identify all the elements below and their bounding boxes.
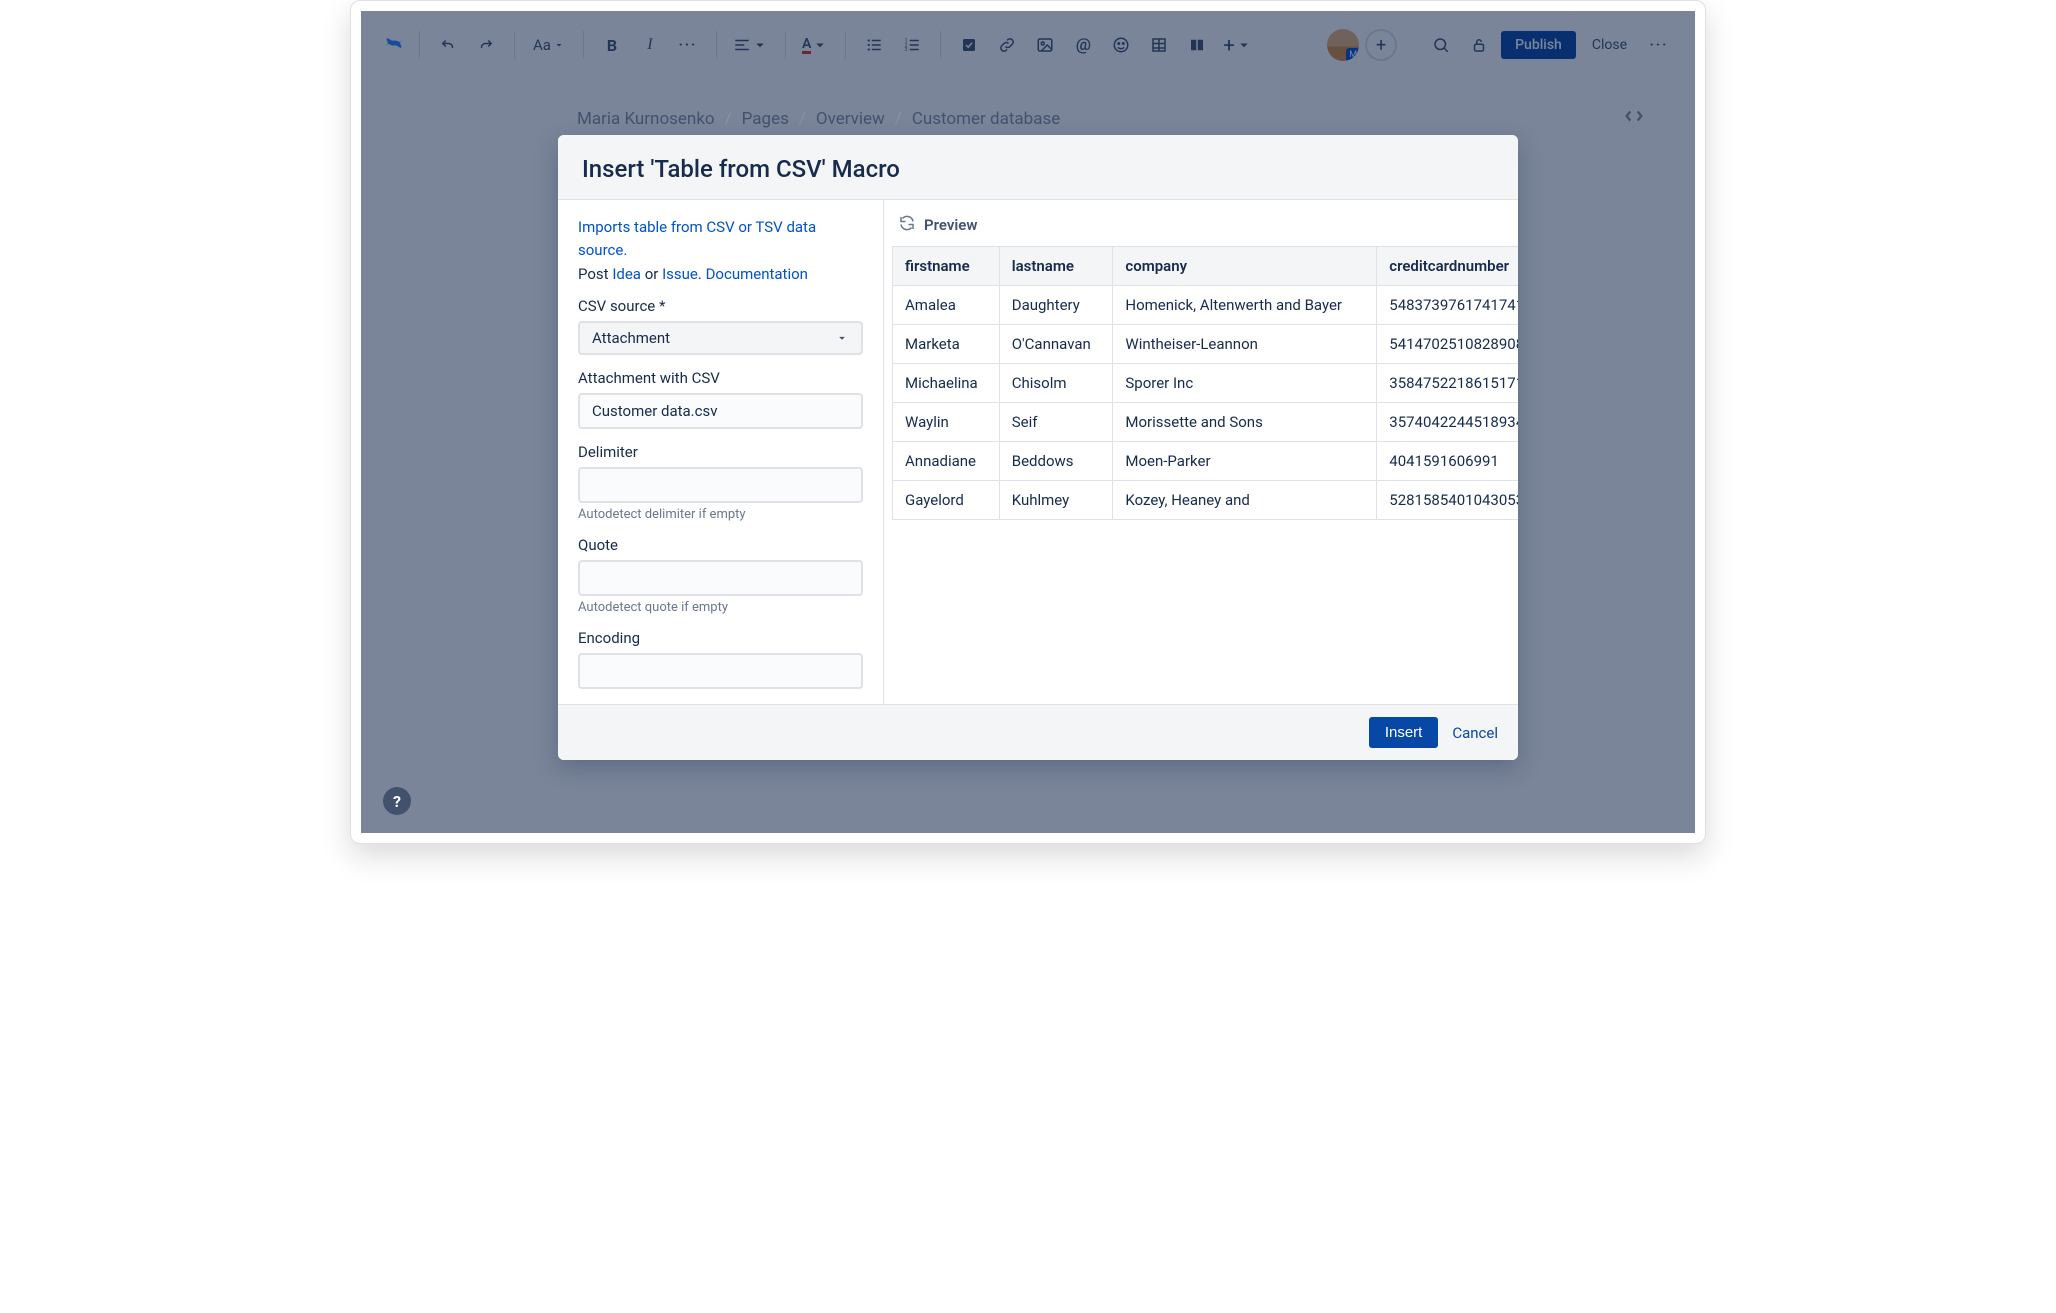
documentation-link[interactable]: Documentation: [706, 265, 808, 283]
table-cell: Kuhlmey: [999, 481, 1113, 520]
table-header-row: firstnamelastnamecompanycreditcardnumber…: [893, 247, 1519, 286]
macro-links-line: Post Idea or Issue. Documentation: [578, 265, 863, 283]
table-cell: Moen-Parker: [1113, 442, 1377, 481]
preview-header: Preview: [884, 200, 1518, 246]
breadcrumb-item[interactable]: Maria Kurnosenko: [577, 109, 715, 129]
csv-source-select[interactable]: Attachment: [578, 321, 863, 355]
breadcrumb-item[interactable]: Customer database: [912, 109, 1060, 129]
breadcrumb-item[interactable]: Pages: [742, 109, 789, 129]
table-cell: Wintheiser-Leannon: [1113, 325, 1377, 364]
table-cell: 5414702510828908: [1377, 325, 1518, 364]
attachment-input[interactable]: [578, 393, 863, 429]
table-cell: Beddows: [999, 442, 1113, 481]
table-cell: Waylin: [893, 403, 1000, 442]
table-row: GayelordKuhlmeyKozey, Heaney and52815854…: [893, 481, 1519, 520]
delimiter-hint: Autodetect delimiter if empty: [578, 507, 863, 522]
cancel-button[interactable]: Cancel: [1452, 724, 1498, 742]
table-body: AmaleaDaughteryHomenick, Altenwerth and …: [893, 286, 1519, 520]
modal-body: Imports table from CSV or TSV data sourc…: [558, 200, 1518, 704]
delimiter-input[interactable]: [578, 467, 863, 503]
table-column-header: creditcardnumber: [1377, 247, 1518, 286]
quote-hint: Autodetect quote if empty: [578, 600, 863, 615]
breadcrumb-separator: /: [799, 109, 806, 129]
help-button[interactable]: ?: [383, 787, 411, 815]
table-row: MichaelinaChisolmSporer Inc3584752218615…: [893, 364, 1519, 403]
modal-header: Insert 'Table from CSV' Macro: [558, 135, 1518, 200]
macro-config-panel: Imports table from CSV or TSV data sourc…: [558, 200, 884, 704]
delimiter-label: Delimiter: [578, 443, 863, 461]
table-cell: Marketa: [893, 325, 1000, 364]
issue-link[interactable]: Issue: [662, 265, 698, 283]
table-row: WaylinSeifMorissette and Sons35740422445…: [893, 403, 1519, 442]
table-cell: Gayelord: [893, 481, 1000, 520]
table-cell: Sporer Inc: [1113, 364, 1377, 403]
table-column-header: company: [1113, 247, 1377, 286]
csv-source-label: CSV source *: [578, 297, 863, 315]
insert-macro-modal: Insert 'Table from CSV' Macro Imports ta…: [558, 135, 1518, 760]
table-cell: Amalea: [893, 286, 1000, 325]
table-cell: 5483739761741741: [1377, 286, 1518, 325]
quote-label: Quote: [578, 536, 863, 554]
breadcrumb-item[interactable]: Overview: [816, 109, 885, 129]
macro-description: Imports table from CSV or TSV data sourc…: [578, 216, 863, 261]
table-cell: 5281585401043053: [1377, 481, 1518, 520]
table-row: MarketaO'CannavanWintheiser-Leannon54147…: [893, 325, 1519, 364]
preview-table-wrap[interactable]: firstnamelastnamecompanycreditcardnumber…: [884, 246, 1518, 528]
csv-source-value: Attachment: [592, 329, 670, 347]
table-cell: 3584752218615171: [1377, 364, 1518, 403]
chevron-down-icon: [835, 331, 849, 345]
table-cell: Homenick, Altenwerth and Bayer: [1113, 286, 1377, 325]
quote-input[interactable]: [578, 560, 863, 596]
table-row: AmaleaDaughteryHomenick, Altenwerth and …: [893, 286, 1519, 325]
table-cell: Morissette and Sons: [1113, 403, 1377, 442]
attachment-label: Attachment with CSV: [578, 369, 863, 387]
table-cell: Michaelina: [893, 364, 1000, 403]
table-cell: 4041591606991: [1377, 442, 1518, 481]
preview-table: firstnamelastnamecompanycreditcardnumber…: [892, 246, 1518, 520]
preview-panel: Preview firstnamelastnamecompanycreditca…: [884, 200, 1518, 704]
modal-title: Insert 'Table from CSV' Macro: [582, 155, 1494, 183]
breadcrumb-separator: /: [895, 109, 902, 129]
table-cell: Daughtery: [999, 286, 1113, 325]
table-cell: Chisolm: [999, 364, 1113, 403]
table-column-header: lastname: [999, 247, 1113, 286]
table-cell: Annadiane: [893, 442, 1000, 481]
encoding-label: Encoding: [578, 629, 863, 647]
table-cell: Kozey, Heaney and: [1113, 481, 1377, 520]
or-label: or: [645, 265, 659, 283]
post-label: Post: [578, 265, 609, 283]
app-window: Aa B I ··· A 123 @ + +: [350, 0, 1706, 844]
full-width-toggle-icon[interactable]: [1623, 105, 1645, 132]
idea-link[interactable]: Idea: [612, 265, 641, 283]
preview-label: Preview: [924, 216, 977, 234]
table-column-header: firstname: [893, 247, 1000, 286]
table-row: AnnadianeBeddowsMoen-Parker4041591606991…: [893, 442, 1519, 481]
breadcrumb: Maria Kurnosenko / Pages / Overview / Cu…: [577, 105, 1645, 132]
refresh-icon[interactable]: [898, 214, 916, 236]
breadcrumb-separator: /: [725, 109, 732, 129]
modal-footer: Insert Cancel: [558, 704, 1518, 760]
table-cell: O'Cannavan: [999, 325, 1113, 364]
insert-button[interactable]: Insert: [1369, 717, 1439, 748]
table-cell: Seif: [999, 403, 1113, 442]
table-cell: 3574042244518934: [1377, 403, 1518, 442]
encoding-input[interactable]: [578, 653, 863, 689]
